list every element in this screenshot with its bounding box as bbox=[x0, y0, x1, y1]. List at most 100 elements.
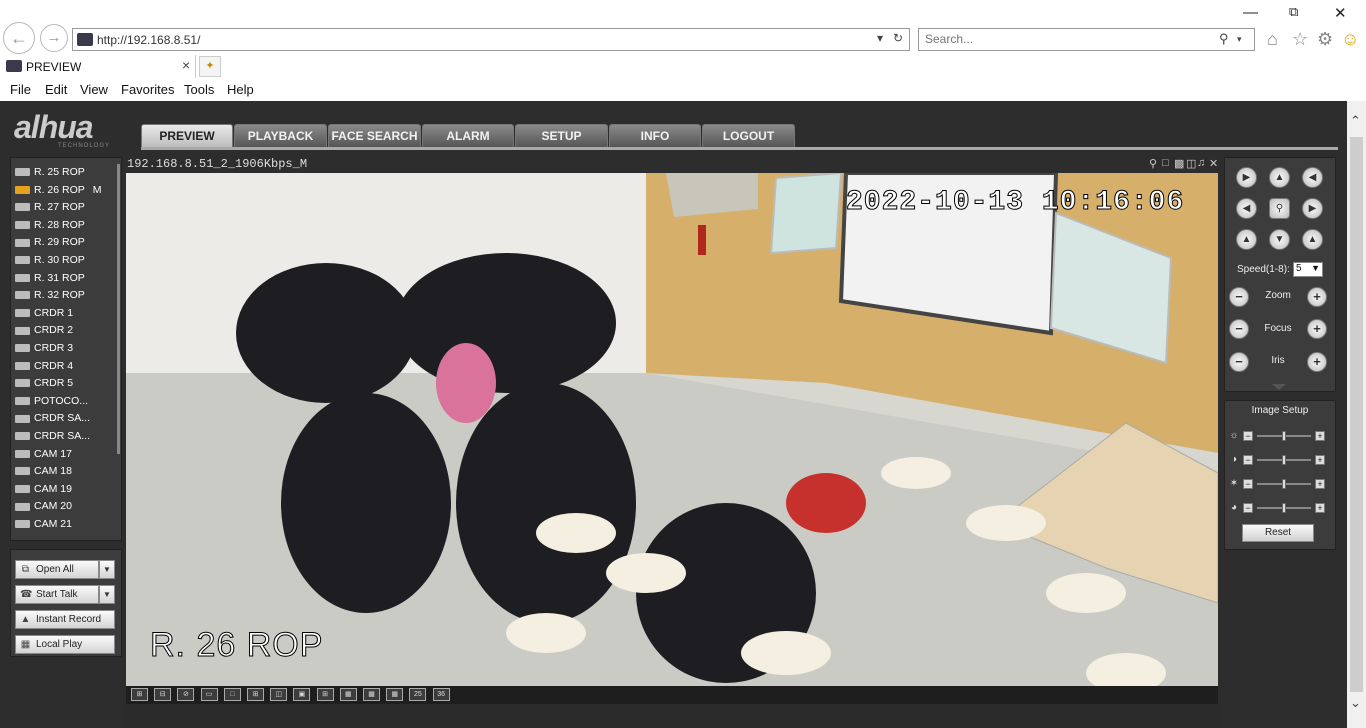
close-window-icon[interactable]: ✕ bbox=[1334, 4, 1347, 22]
ptz-3d-positioning-button[interactable]: ⚲ bbox=[1269, 198, 1290, 219]
device-item[interactable]: R. 26 ROP M bbox=[15, 184, 102, 201]
feedback-smiley-icon[interactable]: ☺ bbox=[1341, 29, 1359, 50]
address-bar[interactable]: http://192.168.8.51/ ▾ ↻ bbox=[72, 28, 910, 51]
refresh-icon[interactable]: ↻ bbox=[893, 31, 903, 45]
layout-10-icon[interactable]: ▦ bbox=[339, 688, 357, 701]
layout-7-icon[interactable]: ◫ bbox=[270, 688, 288, 701]
tab-preview[interactable]: PREVIEW bbox=[141, 124, 233, 147]
contrast-increase-button[interactable]: + bbox=[1315, 455, 1325, 465]
device-item[interactable]: R. 25 ROP bbox=[15, 166, 85, 183]
device-item[interactable]: CRDR 5 bbox=[15, 377, 73, 394]
tab-playback[interactable]: PLAYBACK bbox=[234, 124, 327, 147]
focus-near-button[interactable]: − bbox=[1229, 319, 1249, 339]
search-dropdown-icon[interactable]: ▾ bbox=[1237, 34, 1242, 45]
tab-close-icon[interactable]: × bbox=[182, 57, 190, 73]
settings-gear-icon[interactable]: ⚙ bbox=[1317, 29, 1333, 50]
tab-setup[interactable]: SETUP bbox=[515, 124, 608, 147]
tab-info[interactable]: INFO bbox=[609, 124, 701, 147]
contrast-decrease-button[interactable]: − bbox=[1243, 455, 1253, 465]
minimize-icon[interactable]: — bbox=[1243, 4, 1258, 21]
scroll-down-icon[interactable]: ⌄ bbox=[1350, 695, 1361, 711]
snapshot-icon[interactable]: ▩ bbox=[1174, 157, 1184, 170]
iris-open-button[interactable]: + bbox=[1307, 352, 1327, 372]
device-item[interactable]: CRDR 2 bbox=[15, 324, 73, 341]
hue-slider[interactable] bbox=[1257, 503, 1311, 513]
menu-edit[interactable]: Edit bbox=[45, 82, 67, 97]
favorites-star-icon[interactable]: ☆ bbox=[1292, 29, 1308, 50]
home-icon[interactable]: ⌂ bbox=[1267, 29, 1278, 50]
saturation-decrease-button[interactable]: − bbox=[1243, 479, 1253, 489]
layout-36-button[interactable]: 36 bbox=[432, 688, 450, 701]
restore-icon[interactable]: ⧉ bbox=[1289, 4, 1298, 20]
layout-8-icon[interactable]: ▣ bbox=[293, 688, 311, 701]
back-button[interactable]: ← bbox=[3, 22, 35, 54]
tab-alarm[interactable]: ALARM bbox=[422, 124, 514, 147]
layout-3-icon[interactable]: ⊘ bbox=[177, 688, 195, 701]
ptz-left-button[interactable]: ◀ bbox=[1236, 198, 1257, 219]
device-item[interactable]: CRDR 3 bbox=[15, 342, 73, 359]
ptz-down-right-button[interactable]: ▲ bbox=[1302, 229, 1323, 250]
tab-logout[interactable]: LOGOUT bbox=[702, 124, 795, 147]
menu-favorites[interactable]: Favorites bbox=[121, 82, 174, 97]
layout-25-button[interactable]: 25 bbox=[409, 688, 427, 701]
device-list-scrollbar[interactable] bbox=[117, 164, 120, 454]
address-url[interactable]: http://192.168.8.51/ bbox=[97, 33, 200, 47]
brightness-slider-knob[interactable] bbox=[1282, 431, 1286, 441]
hue-decrease-button[interactable]: − bbox=[1243, 503, 1253, 513]
device-item[interactable]: CRDR 1 bbox=[15, 307, 73, 324]
layout-12-icon[interactable]: ▦ bbox=[386, 688, 404, 701]
ptz-right-button[interactable]: ▶ bbox=[1302, 198, 1323, 219]
brightness-decrease-button[interactable]: − bbox=[1243, 431, 1253, 441]
forward-button[interactable]: → bbox=[40, 24, 68, 52]
device-item[interactable]: R. 32 ROP bbox=[15, 289, 85, 306]
address-dropdown-icon[interactable]: ▾ bbox=[877, 31, 883, 45]
menu-help[interactable]: Help bbox=[227, 82, 254, 97]
layout-4-icon[interactable]: ▭ bbox=[200, 688, 218, 701]
search-icon[interactable]: ⚲ bbox=[1219, 31, 1229, 47]
contrast-slider-knob[interactable] bbox=[1282, 455, 1286, 465]
device-item[interactable]: CAM 21 bbox=[15, 518, 72, 535]
instant-record-button[interactable]: ▲ Instant Record bbox=[15, 610, 115, 629]
ptz-up-button[interactable]: ▲ bbox=[1269, 167, 1290, 188]
device-item[interactable]: CRDR 4 bbox=[15, 360, 73, 377]
device-item[interactable]: R. 31 ROP bbox=[15, 272, 85, 289]
layout-9-icon[interactable]: ⊞ bbox=[316, 688, 334, 701]
ptz-speed-select[interactable]: 5 ▼ bbox=[1293, 262, 1323, 277]
start-talk-button[interactable]: ☎ Start Talk bbox=[15, 585, 99, 604]
saturation-increase-button[interactable]: + bbox=[1315, 479, 1325, 489]
new-tab-button[interactable]: ✦ bbox=[199, 56, 221, 77]
ptz-collapse-icon[interactable] bbox=[1272, 384, 1286, 390]
device-item[interactable]: CRDR SA... bbox=[15, 412, 90, 429]
ptz-down-left-button[interactable]: ▲ bbox=[1236, 229, 1257, 250]
local-play-button[interactable]: ▦ Local Play bbox=[15, 635, 115, 654]
brightness-increase-button[interactable]: + bbox=[1315, 431, 1325, 441]
tab-face-search[interactable]: FACE SEARCH bbox=[328, 124, 421, 147]
scroll-up-icon[interactable]: ⌃ bbox=[1350, 113, 1361, 129]
layout-1-icon[interactable]: ⊞ bbox=[131, 688, 148, 701]
iris-close-button[interactable]: − bbox=[1229, 352, 1249, 372]
hue-slider-knob[interactable] bbox=[1282, 503, 1286, 513]
browser-tab[interactable]: PREVIEW × bbox=[0, 55, 196, 78]
scroll-thumb[interactable] bbox=[1350, 137, 1363, 692]
record-icon[interactable]: □ bbox=[1162, 157, 1169, 169]
menu-file[interactable]: File bbox=[10, 82, 31, 97]
open-all-button[interactable]: ⧉ Open All bbox=[15, 560, 99, 579]
close-video-icon[interactable]: ✕ bbox=[1209, 157, 1218, 170]
device-item[interactable]: R. 28 ROP bbox=[15, 219, 85, 236]
device-item[interactable]: CRDR SA... bbox=[15, 430, 90, 447]
saturation-slider[interactable] bbox=[1257, 479, 1311, 489]
focus-far-button[interactable]: + bbox=[1307, 319, 1327, 339]
layout-5-icon[interactable]: □ bbox=[223, 688, 241, 701]
zoom-out-button[interactable]: − bbox=[1229, 287, 1249, 307]
saturation-slider-knob[interactable] bbox=[1282, 479, 1286, 489]
zoom-in-button[interactable]: + bbox=[1307, 287, 1327, 307]
device-item[interactable]: R. 30 ROP bbox=[15, 254, 85, 271]
device-item[interactable]: R. 29 ROP bbox=[15, 236, 85, 253]
device-item[interactable]: CAM 18 bbox=[15, 465, 72, 482]
open-all-dropdown[interactable]: ▼ bbox=[99, 560, 115, 579]
reset-button[interactable]: Reset bbox=[1242, 524, 1314, 542]
switch-stream-icon[interactable]: ◫ bbox=[1186, 157, 1196, 170]
page-scrollbar[interactable]: ⌃ ⌄ bbox=[1347, 101, 1366, 728]
device-item[interactable]: CAM 17 bbox=[15, 448, 72, 465]
search-box[interactable]: ⚲ ▾ bbox=[918, 28, 1255, 51]
